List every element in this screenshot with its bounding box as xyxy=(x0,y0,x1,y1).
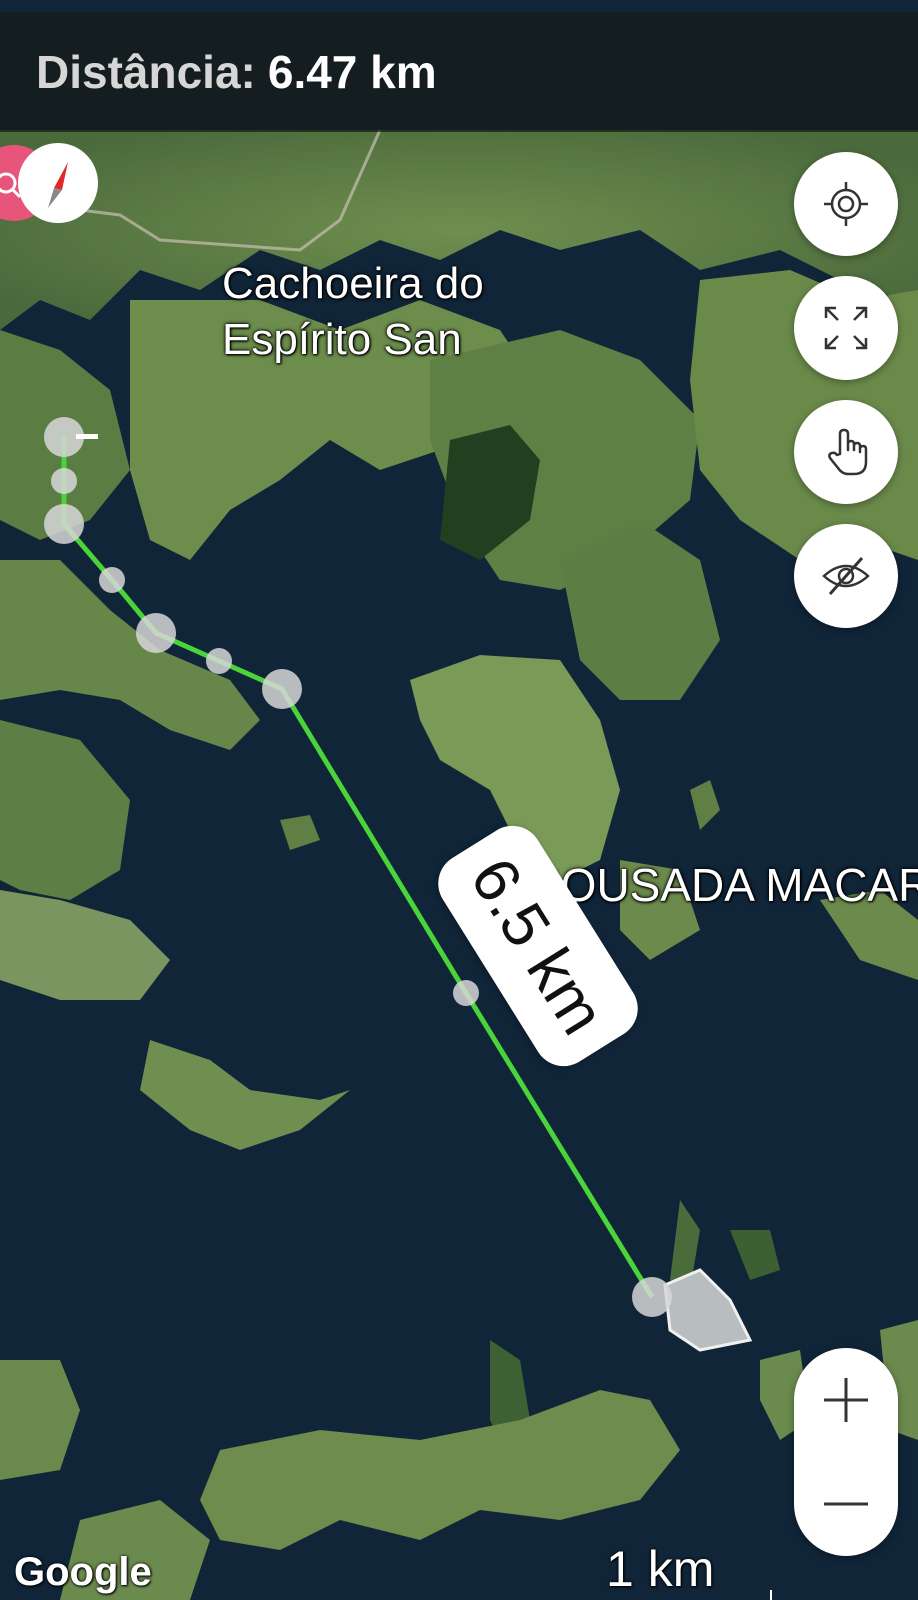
poi-label: POUSADA MACAR xyxy=(530,859,918,911)
route-midpoint[interactable] xyxy=(453,980,479,1006)
google-attribution: Google xyxy=(14,1550,152,1594)
town-label: Cachoeira do Espírito San xyxy=(222,259,484,364)
route-vertex[interactable] xyxy=(136,613,176,653)
scale-bar xyxy=(770,1590,772,1600)
eye-off-icon xyxy=(822,557,870,595)
route-midpoint[interactable] xyxy=(99,567,125,593)
compass-button[interactable] xyxy=(0,138,102,228)
scale-label: 1 km xyxy=(606,1541,715,1597)
minus-icon xyxy=(824,1502,868,1506)
expand-icon xyxy=(824,306,868,350)
plus-icon xyxy=(824,1378,868,1422)
zoom-in-button[interactable] xyxy=(794,1348,898,1452)
route-vertex[interactable] xyxy=(632,1277,672,1317)
distance-header: Distância: 6.47 km xyxy=(0,12,918,132)
route-vertex[interactable] xyxy=(44,504,84,544)
toggle-visibility-button[interactable] xyxy=(794,524,898,628)
crosshair-icon xyxy=(824,182,868,226)
route-vertex[interactable] xyxy=(262,669,302,709)
route-vertex-tick xyxy=(76,434,98,439)
distance-label: Distância: xyxy=(36,46,256,98)
pan-mode-button[interactable] xyxy=(794,400,898,504)
zoom-controls xyxy=(794,1348,898,1556)
route-midpoint[interactable] xyxy=(206,648,232,674)
hand-pointer-icon xyxy=(828,428,868,476)
my-location-button[interactable] xyxy=(794,152,898,256)
fullscreen-button[interactable] xyxy=(794,276,898,380)
zoom-out-button[interactable] xyxy=(794,1452,898,1556)
route-midpoint[interactable] xyxy=(51,468,77,494)
compass-icon xyxy=(0,143,98,223)
satellite-map[interactable] xyxy=(0,0,918,1600)
distance-value: 6.47 km xyxy=(267,46,437,98)
